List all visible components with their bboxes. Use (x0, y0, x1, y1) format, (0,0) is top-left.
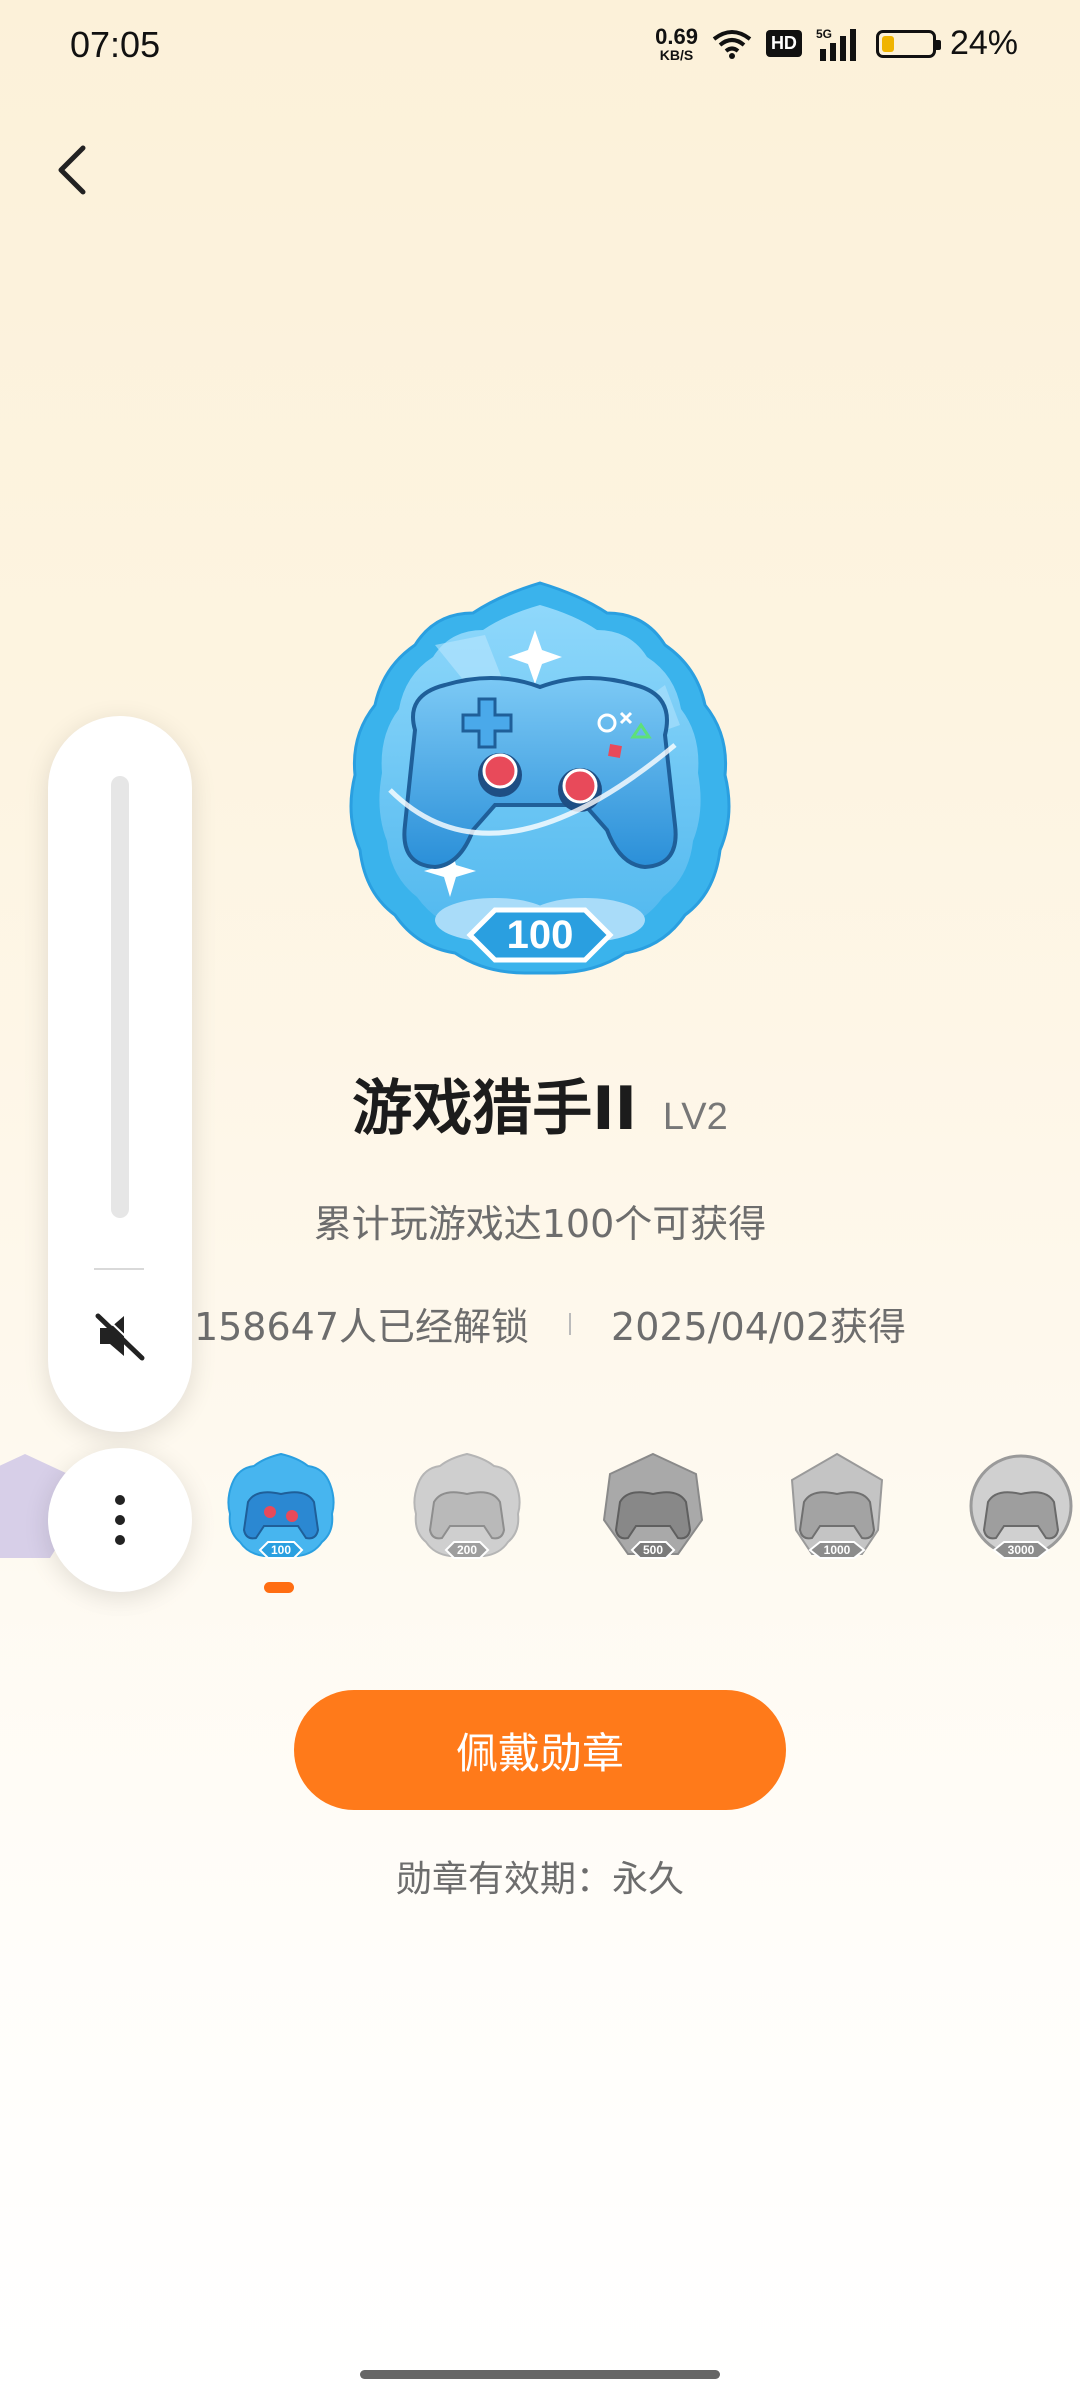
selected-level-indicator (264, 1582, 294, 1593)
badge-thumb-level-5[interactable]: 3000 (966, 1450, 1076, 1570)
badge-thumb-label: 1000 (824, 1543, 851, 1557)
badge-level: LV2 (662, 1096, 728, 1138)
badge-thumb-label: 500 (643, 1543, 663, 1557)
signal-icon: 5G (816, 27, 856, 61)
stats-divider (569, 1312, 572, 1335)
unlock-count: 158647人已经解锁 (193, 1305, 530, 1349)
more-vertical-icon (115, 1495, 125, 1545)
volume-divider (94, 1268, 144, 1270)
badge-thumb-label: 100 (271, 1543, 291, 1557)
back-button[interactable] (44, 138, 100, 202)
badge-thumb-icon: 200 (413, 1452, 521, 1559)
volume-panel (48, 716, 192, 1432)
status-time: 07:05 (70, 24, 161, 65)
game-controller-badge: 100 (349, 581, 731, 975)
badge-thumb-level-4[interactable]: 1000 (782, 1450, 892, 1570)
battery-percent: 24% (949, 24, 1018, 62)
badge-thumb-level-2[interactable]: 200 (412, 1450, 522, 1570)
battery-fill (881, 35, 894, 52)
home-indicator[interactable] (360, 2370, 720, 2379)
badge-thumb-icon: 3000 (969, 1454, 1073, 1559)
more-options-button[interactable] (48, 1448, 192, 1592)
chevron-left-icon (58, 145, 86, 195)
hd-badge: HD (765, 30, 802, 57)
badge-title: 游戏猎手II (352, 1074, 637, 1144)
network-type: 5G (816, 27, 832, 41)
badge-thumb-icon: 500 (602, 1452, 704, 1559)
status-icons: 0.69 KB/S HD 5G 24% (655, 24, 1018, 63)
badge-ribbon-number: 100 (507, 913, 574, 957)
badge-thumb-label: 3000 (1008, 1543, 1035, 1557)
badge-thumb-icon: 100 (227, 1452, 335, 1559)
wear-badge-button[interactable]: 佩戴勋章 (294, 1690, 786, 1810)
mute-toggle-button[interactable] (86, 1302, 154, 1370)
obtained-date: 2025/04/02获得 (611, 1305, 907, 1349)
badge-thumb-label: 200 (457, 1543, 477, 1557)
badge-thumb-level-1[interactable]: 100 (226, 1450, 336, 1570)
volume-slider[interactable] (111, 776, 129, 1218)
battery-icon (875, 29, 941, 58)
badge-validity: 勋章有效期：永久 (395, 1859, 684, 1900)
network-speed-unit: KB/S (659, 46, 694, 63)
status-bar: 07:05 0.69 KB/S HD 5G 24% (0, 0, 1080, 100)
network-speed: 0.69 KB/S (655, 23, 698, 63)
badge-thumb-icon: 1000 (790, 1452, 884, 1559)
network-speed-value: 0.69 (655, 23, 698, 49)
wifi-icon (712, 29, 752, 59)
badge-thumb-level-3[interactable]: 500 (598, 1450, 708, 1570)
volume-mute-icon (95, 1312, 146, 1361)
